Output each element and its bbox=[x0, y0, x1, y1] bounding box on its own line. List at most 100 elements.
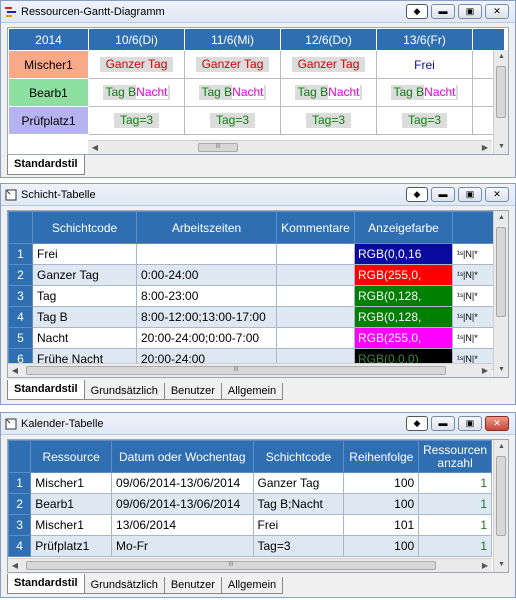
horizontal-scrollbar[interactable]: ◀ III ▶ bbox=[8, 363, 492, 377]
resource-label[interactable]: Mischer1 bbox=[8, 50, 89, 79]
column-header[interactable]: Ressource bbox=[30, 440, 113, 473]
gantt-cell[interactable]: Frei bbox=[376, 50, 473, 79]
tab-standardstil[interactable]: Standardstil bbox=[7, 155, 85, 175]
scroll-right-icon[interactable]: ▶ bbox=[478, 141, 492, 154]
tab-benutzer[interactable]: Benutzer bbox=[163, 577, 222, 594]
gantt-cell[interactable]: Tag BNacht bbox=[280, 78, 377, 107]
resource-label[interactable]: Prüfplatz1 bbox=[8, 106, 89, 135]
tab-benutzer[interactable]: Benutzer bbox=[163, 383, 222, 400]
horizontal-scrollbar[interactable]: ◀ III ▶ bbox=[88, 140, 492, 154]
scroll-up-icon[interactable]: ▲ bbox=[494, 211, 508, 225]
minimize-button[interactable]: ▬ bbox=[431, 4, 455, 19]
corner-header bbox=[8, 211, 33, 244]
schicht-grid: Schichtcode Arbeitszeiten Kommentare Anz… bbox=[7, 210, 509, 378]
gantt-cell[interactable]: Tag=3 bbox=[376, 106, 473, 135]
vertical-scrollbar[interactable]: ▲ ▼ bbox=[493, 211, 508, 377]
gantt-cell[interactable]: Tag=3 bbox=[280, 106, 377, 135]
kalender-tabs: Standardstil Grundsätzlich Benutzer Allg… bbox=[7, 574, 284, 594]
kalender-window: Kalender-Tabelle ◆ ▬ ▣ ✕ Ressource Datum… bbox=[0, 412, 516, 598]
vertical-scrollbar[interactable]: ▲ ▼ bbox=[493, 50, 508, 154]
scroll-left-icon[interactable]: ◀ bbox=[8, 364, 22, 377]
table-row[interactable]: 2 Ganzer Tag 0:00-24:00 RGB(255,0, ¹ˢ|N|… bbox=[8, 264, 508, 286]
gantt-cell[interactable]: Tag=3 bbox=[184, 106, 281, 135]
gantt-cell[interactable]: Ganzer Tag bbox=[184, 50, 281, 79]
date-header[interactable]: 12/6(Do) bbox=[280, 28, 377, 51]
scroll-down-icon[interactable]: ▼ bbox=[494, 363, 508, 377]
window-title: Kalender-Tabelle bbox=[21, 417, 104, 430]
tab-grundsaetzlich[interactable]: Grundsätzlich bbox=[83, 383, 165, 400]
horizontal-scrollbar[interactable]: ◀ III ▶ bbox=[8, 558, 492, 572]
gantt-app-icon bbox=[5, 6, 16, 17]
table-row[interactable]: 2 Bearb1 09/06/2014-13/06/2014 Tag B;Nac… bbox=[8, 493, 492, 515]
scroll-left-icon[interactable]: ◀ bbox=[88, 141, 102, 154]
column-header[interactable]: Arbeitszeiten bbox=[136, 211, 277, 244]
table-row[interactable]: 1 Frei RGB(0,0,16 ¹ˢ|N|* bbox=[8, 243, 508, 265]
column-header[interactable]: Reihenfolge bbox=[343, 440, 420, 473]
window-title: Schicht-Tabelle bbox=[21, 188, 96, 201]
tab-standardstil[interactable]: Standardstil bbox=[7, 380, 85, 400]
gantt-grid: 2014 10/6(Di) 11/6(Mi) 12/6(Do) 13/6(Fr)… bbox=[7, 27, 509, 155]
scroll-thumb[interactable] bbox=[496, 66, 506, 118]
gantt-cell[interactable]: Tag=3 bbox=[88, 106, 185, 135]
scroll-down-icon[interactable]: ▼ bbox=[494, 558, 508, 572]
close-button[interactable]: ✕ bbox=[485, 4, 509, 19]
scroll-up-icon[interactable]: ▲ bbox=[494, 440, 508, 454]
close-button[interactable]: ✕ bbox=[485, 416, 509, 431]
column-header[interactable]: Kommentare bbox=[276, 211, 355, 244]
date-header[interactable]: 11/6(Mi) bbox=[184, 28, 281, 51]
scroll-right-icon[interactable]: ▶ bbox=[478, 364, 492, 377]
tab-allgemein[interactable]: Allgemein bbox=[220, 383, 284, 400]
column-header[interactable]: Ressourcen anzahl bbox=[418, 440, 492, 473]
table-app-icon bbox=[5, 189, 17, 200]
option-icon[interactable]: ◆ bbox=[406, 4, 428, 19]
scroll-right-icon[interactable]: ▶ bbox=[478, 559, 492, 572]
scroll-thumb[interactable] bbox=[496, 456, 506, 536]
gantt-cell[interactable]: Ganzer Tag bbox=[280, 50, 377, 79]
vertical-scrollbar[interactable]: ▲ ▼ bbox=[493, 440, 508, 572]
kalender-titlebar[interactable]: Kalender-Tabelle ◆ ▬ ▣ ✕ bbox=[1, 413, 515, 435]
table-row[interactable]: 3 Tag 8:00-23:00 RGB(0,128, ¹ˢ|N|* bbox=[8, 285, 508, 307]
corner-header bbox=[8, 440, 32, 473]
scroll-down-icon[interactable]: ▼ bbox=[494, 140, 508, 154]
gantt-titlebar[interactable]: Ressourcen-Gantt-Diagramm ◆ ▬ ▣ ✕ bbox=[1, 1, 515, 23]
minimize-button[interactable]: ▬ bbox=[431, 416, 455, 431]
scroll-left-icon[interactable]: ◀ bbox=[8, 559, 22, 572]
gantt-cell[interactable]: Ganzer Tag bbox=[88, 50, 185, 79]
tab-allgemein[interactable]: Allgemein bbox=[220, 577, 284, 594]
scroll-thumb[interactable] bbox=[496, 227, 506, 317]
scroll-thumb[interactable]: III bbox=[26, 561, 436, 570]
scroll-thumb[interactable]: III bbox=[198, 143, 238, 152]
gantt-cell[interactable]: Tag BNacht bbox=[184, 78, 281, 107]
maximize-button[interactable]: ▣ bbox=[458, 187, 482, 202]
scroll-thumb[interactable]: III bbox=[26, 366, 446, 375]
column-header[interactable]: Anzeigefarbe bbox=[354, 211, 453, 244]
scroll-up-icon[interactable]: ▲ bbox=[494, 50, 508, 64]
table-app-icon bbox=[5, 418, 17, 429]
column-header[interactable]: Schichtcode bbox=[32, 211, 137, 244]
column-header[interactable]: Schichtcode bbox=[252, 440, 345, 473]
table-row[interactable]: 3 Mischer1 13/06/2014 Frei 101 1 bbox=[8, 514, 492, 536]
kalender-grid: Ressource Datum oder Wochentag Schichtco… bbox=[7, 439, 509, 573]
gantt-window: Ressourcen-Gantt-Diagramm ◆ ▬ ▣ ✕ 2014 1… bbox=[0, 0, 516, 178]
gantt-cell[interactable]: Tag BNacht bbox=[88, 78, 185, 107]
maximize-button[interactable]: ▣ bbox=[458, 416, 482, 431]
option-icon[interactable]: ◆ bbox=[406, 187, 428, 202]
schicht-tabs: Standardstil Grundsätzlich Benutzer Allg… bbox=[7, 380, 284, 400]
option-icon[interactable]: ◆ bbox=[406, 416, 428, 431]
maximize-button[interactable]: ▣ bbox=[458, 4, 482, 19]
date-header[interactable]: 13/6(Fr) bbox=[376, 28, 473, 51]
tab-grundsaetzlich[interactable]: Grundsätzlich bbox=[83, 577, 165, 594]
table-row[interactable]: 5 Nacht 20:00-24:00;0:00-7:00 RGB(255,0,… bbox=[8, 327, 508, 349]
gantt-cell[interactable]: Tag BNacht bbox=[376, 78, 473, 107]
schicht-titlebar[interactable]: Schicht-Tabelle ◆ ▬ ▣ ✕ bbox=[1, 184, 515, 206]
table-row[interactable]: 1 Mischer1 09/06/2014-13/06/2014 Ganzer … bbox=[8, 472, 492, 494]
close-button[interactable]: ✕ bbox=[485, 187, 509, 202]
window-title: Ressourcen-Gantt-Diagramm bbox=[21, 5, 165, 18]
date-header[interactable]: 10/6(Di) bbox=[88, 28, 185, 51]
resource-label[interactable]: Bearb1 bbox=[8, 78, 89, 107]
column-header[interactable]: Datum oder Wochentag bbox=[111, 440, 254, 473]
minimize-button[interactable]: ▬ bbox=[431, 187, 455, 202]
table-row[interactable]: 4 Prüfplatz1 Mo-Fr Tag=3 100 1 bbox=[8, 535, 492, 557]
tab-standardstil[interactable]: Standardstil bbox=[7, 574, 85, 594]
table-row[interactable]: 4 Tag B 8:00-12:00;13:00-17:00 RGB(0,128… bbox=[8, 306, 508, 328]
